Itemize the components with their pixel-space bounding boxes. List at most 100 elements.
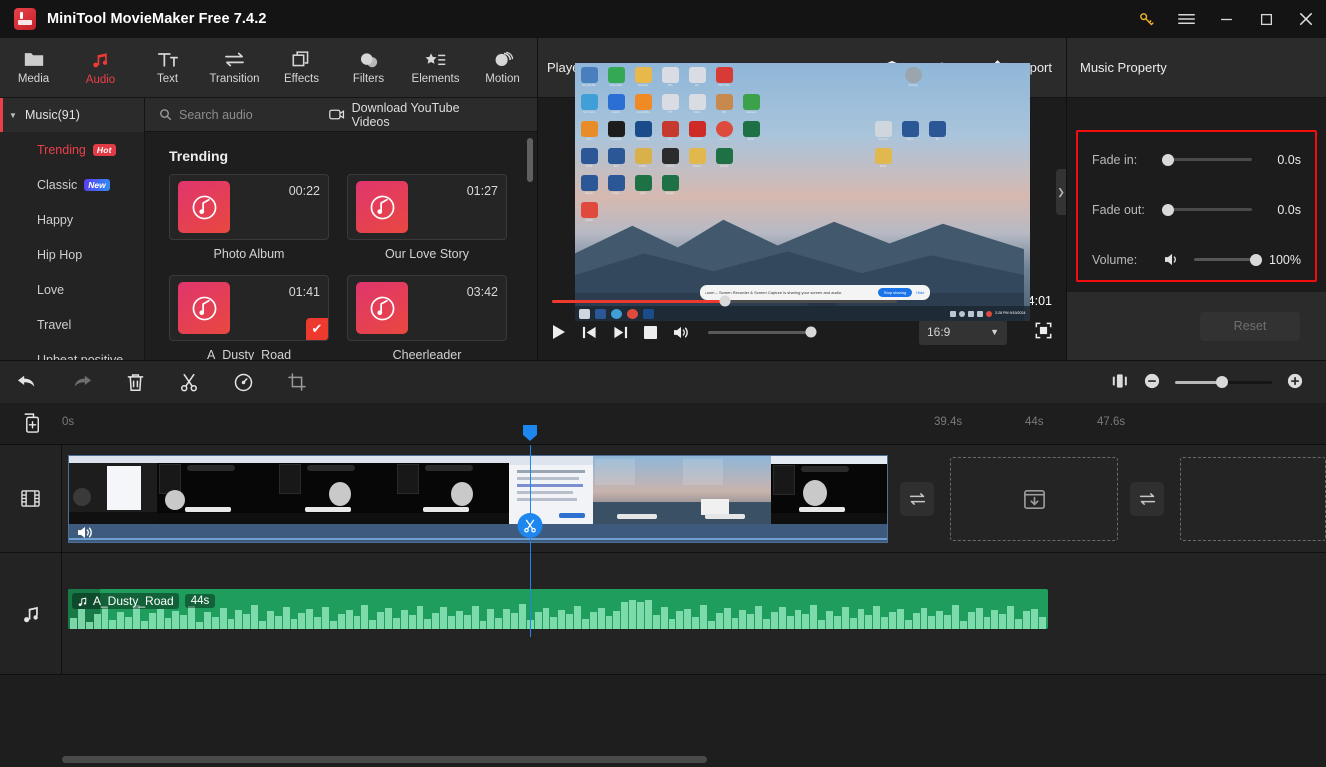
player-volume-knob[interactable]	[805, 326, 817, 338]
category-item-happy[interactable]: Happy	[0, 202, 144, 237]
audio-duration: 01:41	[288, 285, 320, 299]
screen-share-notification: Loom – Screen Recorder & Screen Capture …	[699, 285, 930, 300]
tool-label: Transition	[209, 73, 260, 85]
timeline-ruler[interactable]: 0s 39.4s 44s 47.6s	[0, 403, 1326, 445]
download-youtube-button[interactable]: Download YouTube Videos	[329, 101, 489, 129]
hot-badge: Hot	[92, 143, 116, 156]
audio-track-header[interactable]	[0, 553, 62, 674]
playhead-handle[interactable]	[523, 425, 537, 441]
volume-slider[interactable]	[1194, 253, 1262, 266]
stop-button[interactable]	[644, 325, 657, 339]
media-drop-zone[interactable]	[950, 457, 1118, 541]
tool-effects[interactable]: Effects	[268, 50, 335, 85]
split-marker-button[interactable]	[517, 513, 543, 538]
video-thumbnail	[593, 456, 681, 524]
tool-filters[interactable]: Filters	[335, 51, 402, 85]
audio-clip-name-chip: A_Dusty_Road	[72, 593, 179, 609]
hamburger-menu-icon[interactable]	[1166, 0, 1206, 38]
player-panel: Player Template Export	[537, 38, 1067, 360]
fade-out-slider[interactable]	[1162, 203, 1252, 216]
timeline-toolbar	[0, 360, 1326, 403]
hide-button[interactable]: Hide	[916, 290, 924, 295]
undo-button[interactable]	[0, 373, 54, 391]
audio-card-selected[interactable]: 01:41 ✔ A_Dusty_Road	[169, 275, 329, 360]
timeline-zoom-slider[interactable]	[1175, 376, 1272, 388]
minimize-icon[interactable]	[1206, 0, 1246, 38]
volume-icon[interactable]	[1164, 252, 1181, 267]
audio-card-box[interactable]: 01:41 ✔	[169, 275, 329, 341]
search-input-wrap[interactable]	[159, 107, 329, 122]
preview-clock: 2:28 PM 9/19/2024	[995, 311, 1026, 316]
seek-slider[interactable]	[552, 295, 898, 307]
play-button[interactable]	[552, 324, 566, 340]
zoom-knob[interactable]	[1215, 376, 1228, 388]
delete-button[interactable]	[108, 373, 162, 392]
audio-clip[interactable]: A_Dusty_Road 44s	[68, 589, 1048, 629]
video-thumbnail	[681, 456, 771, 524]
tool-motion[interactable]: Motion	[469, 50, 536, 85]
library-scrollbar[interactable]	[527, 138, 533, 182]
category-item-travel[interactable]: Travel	[0, 307, 144, 342]
category-item-love[interactable]: Love	[0, 272, 144, 307]
audio-card[interactable]: 03:42 Cheerleader	[347, 275, 507, 360]
zoom-in-button[interactable]	[1287, 373, 1303, 392]
speed-button[interactable]	[216, 373, 270, 392]
redo-button[interactable]	[54, 373, 108, 391]
volume-button[interactable]	[673, 325, 690, 340]
audio-card-box[interactable]: 00:22	[169, 174, 329, 240]
tool-audio[interactable]: Audio	[67, 50, 134, 86]
search-input[interactable]	[179, 107, 329, 122]
player-volume-slider[interactable]	[708, 326, 817, 338]
fade-in-knob[interactable]	[1162, 153, 1174, 166]
next-frame-button[interactable]	[613, 325, 628, 340]
fullscreen-button[interactable]	[1035, 322, 1052, 342]
audio-card-box[interactable]: 01:27	[347, 174, 507, 240]
tool-text[interactable]: Text	[134, 50, 201, 85]
maximize-icon[interactable]	[1246, 0, 1286, 38]
zoom-out-button[interactable]	[1144, 373, 1160, 392]
chevron-right-icon[interactable]: ❯	[1056, 169, 1066, 215]
stop-sharing-button[interactable]: Stop sharing	[877, 288, 913, 297]
seek-fill	[552, 299, 725, 303]
volume-knob[interactable]	[1250, 253, 1262, 266]
tool-elements[interactable]: Elements	[402, 51, 469, 85]
category-item-classic[interactable]: Classic New	[0, 167, 144, 202]
video-clip[interactable]	[68, 455, 888, 543]
category-item-hip-hop[interactable]: Hip Hop	[0, 237, 144, 272]
video-preview[interactable]: Recycle Bin Grammarly Software MSI abc P…	[574, 63, 1030, 321]
add-media-button[interactable]	[0, 413, 62, 434]
fade-in-slider[interactable]	[1162, 153, 1252, 166]
close-icon[interactable]	[1286, 0, 1326, 38]
music-note-icon	[178, 282, 230, 334]
reset-button[interactable]: Reset	[1200, 311, 1300, 341]
category-item-trending[interactable]: Trending Hot	[0, 132, 144, 167]
tool-label: Effects	[284, 73, 319, 85]
fade-out-knob[interactable]	[1162, 203, 1174, 216]
audio-card[interactable]: 01:27 Our Love Story	[347, 174, 507, 261]
crop-button[interactable]	[270, 373, 324, 391]
split-button[interactable]	[162, 373, 216, 392]
category-item-upbeat-positive[interactable]: Upbeat positive	[0, 342, 144, 361]
transition-icon	[1139, 493, 1155, 505]
audio-card-box[interactable]: 03:42	[347, 275, 507, 341]
audio-card[interactable]: 00:22 Photo Album	[169, 174, 329, 261]
seek-knob[interactable]	[719, 295, 731, 307]
tool-transition[interactable]: Transition	[201, 50, 268, 85]
preview-icon-row: Recycle Bin Grammarly Software MSI abc P…	[580, 67, 733, 87]
tool-media[interactable]: Media	[0, 50, 67, 85]
music-note-icon	[356, 282, 408, 334]
preview-icon-row: Word Doc Folder Archive Videos Sheets	[580, 148, 733, 168]
timeline-horizontal-scrollbar[interactable]	[62, 756, 707, 763]
preview-taskbar: 2:28 PM 9/19/2024	[574, 306, 1030, 321]
media-drop-zone[interactable]	[1180, 457, 1326, 541]
key-icon[interactable]	[1126, 0, 1166, 38]
app-title: MiniTool MovieMaker Free 7.4.2	[47, 11, 267, 27]
previous-frame-button[interactable]	[582, 325, 597, 340]
transition-slot-button[interactable]	[900, 482, 934, 516]
video-track-header[interactable]	[0, 445, 62, 552]
category-group-music[interactable]: ▼ Music(91)	[0, 98, 144, 132]
video-track	[0, 445, 1326, 553]
transition-slot-button[interactable]	[1130, 482, 1164, 516]
fit-to-timeline-button[interactable]	[1111, 373, 1129, 392]
aspect-ratio-select[interactable]: 16:9 ▼	[919, 319, 1007, 345]
